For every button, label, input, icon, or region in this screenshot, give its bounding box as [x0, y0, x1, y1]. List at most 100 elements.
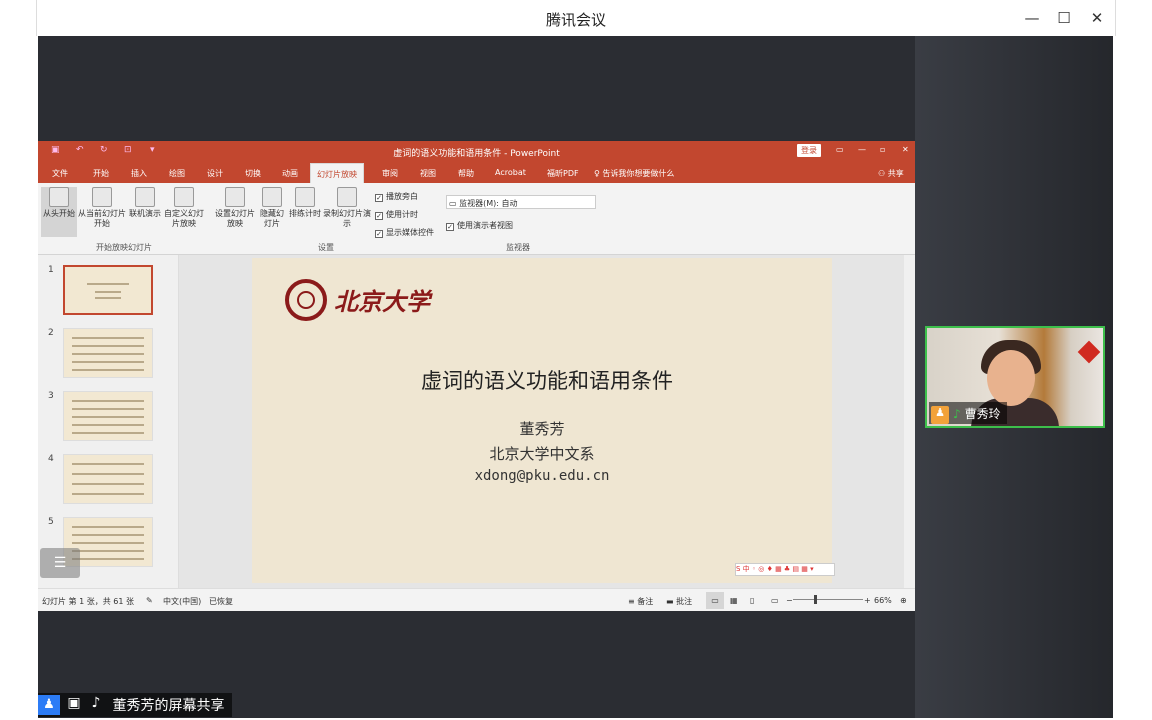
online-present-button[interactable]: 联机演示 [127, 187, 163, 219]
notes-button[interactable]: ≡ 备注 [628, 596, 653, 607]
close-button[interactable]: ✕ [1084, 6, 1110, 30]
presenter-view-checkbox[interactable]: ✓ 使用演示者视图 [446, 220, 513, 231]
thumb-text-line [72, 550, 144, 552]
checkmark-icon: ✓ [375, 230, 383, 238]
narration-label: 播放旁白 [386, 192, 418, 201]
tab-slideshow[interactable]: 幻灯片放映 [310, 163, 364, 183]
ppt-restore-icon[interactable]: ▫ [880, 145, 885, 154]
status-bar: 幻灯片 第 1 张，共 61 张 ✎ 中文(中国) 已恢复 ≡ 备注 ▬ 批注 … [38, 588, 915, 611]
record-label: 录制幻灯片演示 [323, 209, 371, 228]
tab-home[interactable]: 开始 [93, 168, 109, 179]
slide-thumbnail[interactable] [63, 454, 153, 504]
zoom-in-icon[interactable]: + [864, 596, 871, 605]
ppt-close-icon[interactable]: ✕ [902, 145, 909, 154]
checkmark-icon: ✓ [375, 194, 383, 202]
vertical-scrollbar[interactable] [904, 255, 915, 588]
minimize-button[interactable]: — [1019, 6, 1045, 30]
slide-thumbnail[interactable] [63, 328, 153, 378]
participant-face [987, 350, 1035, 406]
monitor-select[interactable]: ▭ 监视器(M): 自动 [446, 195, 596, 209]
sogou-ime-icon: S 中 ◦ ◎ ♦ ▦ ♣ ▤ ▦ ▾ [736, 565, 814, 573]
record-button[interactable]: 录制幻灯片演示 [323, 187, 371, 229]
thumb-text-line [72, 369, 144, 371]
maximize-button[interactable]: ☐ [1051, 6, 1077, 30]
zoom-level[interactable]: 66% [874, 596, 892, 605]
thumb-text-line [72, 483, 144, 485]
tab-insert[interactable]: 插入 [131, 168, 147, 179]
person-icon: ⚇ [878, 169, 886, 178]
thumb-text-line [72, 361, 144, 363]
timing-checkbox[interactable]: ✓ 使用计时 [375, 209, 418, 220]
ribbon-display-icon[interactable]: ▭ [836, 145, 844, 154]
tab-file[interactable]: 文件 [52, 168, 68, 179]
from-current-button[interactable]: 从当前幻灯片开始 [76, 187, 128, 229]
lightbulb-icon: ♀ [594, 169, 600, 178]
fit-slide-icon[interactable]: ⊕ [900, 596, 907, 605]
current-slide[interactable]: 北京大学 虚词的语义功能和语用条件 董秀芳 北京大学中文系 xdong@pku.… [252, 258, 832, 583]
group-start-show: 开始放映幻灯片 [96, 243, 152, 252]
tab-transitions[interactable]: 切换 [245, 168, 261, 179]
tab-view[interactable]: 视图 [420, 168, 436, 179]
user-icon[interactable]: ♟ [38, 695, 60, 715]
thumb-text-line [72, 473, 144, 475]
title-bar: 腾讯会议 — ☐ ✕ [36, 0, 1116, 36]
narration-checkbox[interactable]: ✓ 播放旁白 [375, 191, 418, 202]
setup-show-button[interactable]: 设置幻灯片放映 [213, 187, 257, 229]
participant-video-tile[interactable]: ♟ ♪ 曹秀玲 [925, 326, 1105, 428]
play-from-start-icon [49, 187, 69, 207]
thumb-text-line [72, 526, 144, 528]
checkmark-icon: ✓ [446, 223, 454, 231]
thumb-text-line [72, 493, 144, 495]
setup-show-label: 设置幻灯片放映 [215, 209, 255, 228]
zoom-out-icon[interactable]: − [786, 596, 793, 605]
group-monitors: 监视器 [506, 243, 530, 252]
tab-animations[interactable]: 动画 [282, 168, 298, 179]
language-status[interactable]: 中文(中国) [163, 596, 201, 607]
rehearse-button[interactable]: 排练计时 [286, 187, 324, 219]
screen-share-icon[interactable]: ▣ [64, 695, 84, 711]
normal-view-icon[interactable]: ▭ [706, 592, 724, 609]
slide-author[interactable]: 董秀芳 [252, 418, 832, 439]
slide-email[interactable]: xdong@pku.edu.cn [252, 468, 832, 484]
ime-toolbar[interactable]: S 中 ◦ ◎ ♦ ▦ ♣ ▤ ▦ ▾ [735, 563, 835, 576]
tab-help[interactable]: 帮助 [458, 168, 474, 179]
login-button[interactable]: 登录 [797, 144, 821, 157]
slideshow-view-icon[interactable]: ▭ [771, 596, 779, 605]
custom-show-button[interactable]: 自定义幻灯片放映 [162, 187, 206, 229]
thumb-text-line [72, 416, 144, 418]
zoom-slider-thumb[interactable] [814, 595, 817, 604]
tell-me-box[interactable]: ♀ 告诉我你想要做什么 [594, 168, 674, 179]
reading-view-icon[interactable]: ▯ [750, 596, 754, 605]
powerpoint-window: ▣ ↶ ↻ ⊡ ▾ 虚词的语义功能和语用条件 - PowerPoint 登录 ▭… [38, 141, 915, 611]
ppt-minimize-icon[interactable]: — [858, 145, 866, 154]
slide-thumbnail-pane: 1 2 3 4 5 [38, 255, 179, 588]
thumb-text-line [95, 291, 121, 293]
thumb-text-line [72, 345, 144, 347]
tab-acrobat[interactable]: Acrobat [495, 168, 526, 177]
slide-sorter-icon[interactable]: ▦ [730, 596, 738, 605]
slide-thumbnail[interactable] [63, 265, 153, 315]
microphone-icon[interactable]: ♪ [86, 695, 106, 711]
window-title: 腾讯会议 [545, 11, 606, 29]
slide-thumbnail[interactable] [63, 391, 153, 441]
slide-title[interactable]: 虚词的语义功能和语用条件 [252, 365, 832, 395]
thumb-number: 4 [48, 454, 54, 464]
tell-me-text: 告诉我你想要做什么 [602, 169, 675, 178]
thumb-text-line [72, 534, 144, 536]
online-present-icon [135, 187, 155, 207]
share-button[interactable]: ⚇ 共享 [878, 168, 904, 179]
from-start-button[interactable]: 从头开始 [41, 187, 77, 237]
media-controls-checkbox[interactable]: ✓ 显示媒体控件 [375, 227, 434, 238]
setup-show-icon [225, 187, 245, 207]
spellcheck-icon[interactable]: ✎ [146, 596, 153, 605]
slide-department[interactable]: 北京大学中文系 [252, 443, 832, 464]
hide-slide-button[interactable]: 隐藏幻灯片 [257, 187, 287, 229]
zoom-slider-track[interactable] [793, 599, 863, 600]
comments-button[interactable]: ▬ 批注 [666, 596, 692, 607]
tab-design[interactable]: 设计 [207, 168, 223, 179]
participant-name: 曹秀玲 [964, 407, 1001, 421]
side-menu-handle[interactable]: ☰ [40, 548, 80, 578]
tab-review[interactable]: 审阅 [382, 168, 398, 179]
tab-draw[interactable]: 绘图 [169, 168, 185, 179]
tab-foxit-pdf[interactable]: 福昕PDF [547, 168, 579, 179]
